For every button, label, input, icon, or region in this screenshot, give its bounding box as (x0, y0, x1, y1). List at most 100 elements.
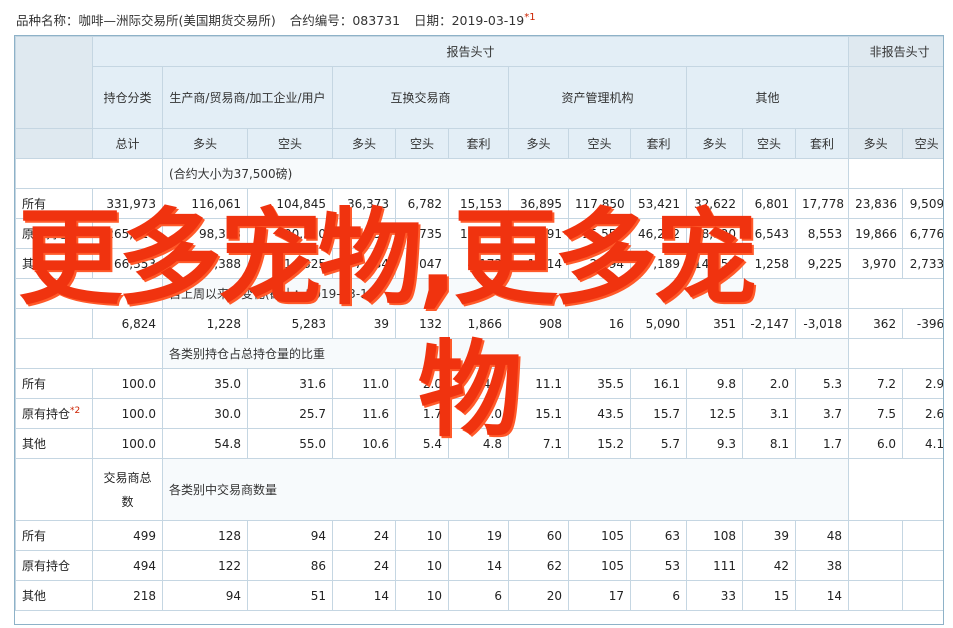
change-note: 自上周以来的变化(截止：2019-03-12 (161, 278, 850, 309)
cell: 60 (508, 520, 569, 551)
blank-cell (15, 338, 163, 369)
nonreporting-blank (848, 66, 943, 129)
header-row-3: 总计 多头 空头 多头 空头 套利 多头 空头 套利 多头 空头 套利 多头 空… (15, 128, 943, 159)
cell: 111 (686, 550, 743, 581)
cell: 499 (92, 520, 163, 551)
cell: -3,018 (794, 308, 850, 339)
cell: 7.2 (848, 368, 904, 399)
cell: 1,258 (742, 248, 796, 279)
date-label: 日期 (414, 13, 440, 28)
report-date: 2019-03-19 (451, 13, 525, 28)
blank-cell (848, 580, 904, 611)
row-label: 其他 (15, 248, 93, 279)
cell: 43.5 (568, 398, 631, 429)
blank-cell (902, 550, 943, 581)
row-label (15, 308, 93, 339)
cot-table: 报告头寸 非报告头寸 持仓分类 生产商/贸易商/加工企业/用户 互换交易商 资产… (15, 36, 943, 611)
cell: 5.3 (794, 368, 850, 399)
cell: 2.6 (902, 398, 943, 429)
cell: 1.7 (395, 398, 449, 429)
cell: 98,373 (162, 218, 248, 249)
cell: 31.6 (247, 368, 333, 399)
cell: 30.0 (162, 398, 248, 429)
cell: 48 (794, 520, 850, 551)
cell: 11.6 (332, 398, 396, 429)
blank-cell (848, 458, 943, 521)
cell: 265,620 (92, 218, 163, 249)
cell: -2,147 (742, 308, 796, 339)
cell: 14,159 (686, 248, 743, 279)
cell: 6,824 (92, 308, 163, 339)
table-row: 原有持仓*2 100.0 30.0 25.7 11.6 1.7 4.0 15.1… (15, 398, 943, 429)
row-label: 原有持仓 (15, 218, 93, 249)
cell: 6,776 (902, 218, 943, 249)
cell: 32,622 (686, 188, 743, 219)
cell: 15 (742, 580, 796, 611)
cell: 9,509 (902, 188, 943, 219)
table-row: 原有持仓 494 122 86 24 10 14 62 105 53 111 4… (15, 550, 943, 581)
group-producer: 生产商/贸易商/加工企业/用户 (162, 66, 333, 129)
cell: 7.1 (508, 428, 569, 459)
cell: 46,232 (630, 218, 687, 249)
cell: 14 (448, 550, 509, 581)
commodity-name: 咖啡—洲际交易所(美国期货交易所) (78, 13, 276, 28)
col-short: 空头 (902, 128, 943, 159)
header-row-2: 持仓分类 生产商/贸易商/加工企业/用户 互换交易商 资产管理机构 其他 (16, 66, 943, 129)
cell: 5,090 (630, 308, 687, 339)
cell: 5,047 (395, 248, 449, 279)
corner-cell (15, 36, 93, 129)
cell: 908 (508, 308, 569, 339)
cell: 1,228 (162, 308, 248, 339)
cell: 51 (247, 580, 333, 611)
group-swap: 互换交易商 (332, 66, 509, 129)
col-short: 空头 (568, 128, 631, 159)
cell: 2.9 (902, 368, 943, 399)
section-note-row: 各类别持仓占总持仓量的比重 (15, 338, 943, 369)
cell: 6 (448, 580, 509, 611)
cell: 1,866 (448, 308, 509, 339)
cell: 20 (508, 580, 569, 611)
cell: 62 (508, 550, 569, 581)
cell: 94 (247, 520, 333, 551)
cell: 16.1 (630, 368, 687, 399)
cell: 53 (630, 550, 687, 581)
col-long: 多头 (848, 128, 904, 159)
cell: 15.1 (508, 398, 569, 429)
cell: 2,294 (568, 248, 631, 279)
row-label: 所有 (15, 520, 93, 551)
cell: 55.0 (247, 428, 333, 459)
cell: 108 (686, 520, 743, 551)
cell: 4.1 (902, 428, 943, 459)
cell: 39 (332, 308, 396, 339)
cell: 15,556 (568, 218, 631, 249)
cell: 15.7 (630, 398, 687, 429)
group-other: 其他 (685, 66, 850, 129)
cell: 10 (395, 550, 449, 581)
group-managed-money: 资产管理机构 (508, 66, 687, 129)
cell: 36,373 (332, 188, 396, 219)
cell: 4.0 (448, 398, 509, 429)
cell: 105 (568, 550, 631, 581)
cell: 39 (742, 520, 796, 551)
col-short: 空头 (395, 128, 449, 159)
traders-note: 各类别中交易商数量 (161, 458, 850, 521)
cell: 116,061 (162, 188, 248, 219)
col-total: 总计 (92, 128, 163, 159)
blank-cell (15, 278, 163, 309)
cell: 11.0 (332, 368, 396, 399)
cell: 17,778 (794, 188, 850, 219)
cell: 18,520 (686, 218, 743, 249)
cell: 8.1 (742, 428, 796, 459)
cell: 5,283 (247, 308, 333, 339)
cell: 36,895 (508, 188, 569, 219)
row-label: 其他 (15, 580, 93, 611)
table-row: 6,824 1,228 5,283 39 132 1,866 908 16 5,… (15, 308, 943, 339)
cell: 128 (162, 520, 248, 551)
cell: 25.7 (247, 398, 333, 429)
cell: 86 (247, 550, 333, 581)
blank-cell (848, 158, 943, 189)
cell: 9.8 (686, 368, 743, 399)
cell: 10 (395, 580, 449, 611)
col-long: 多头 (332, 128, 396, 159)
col-spread: 套利 (630, 128, 687, 159)
